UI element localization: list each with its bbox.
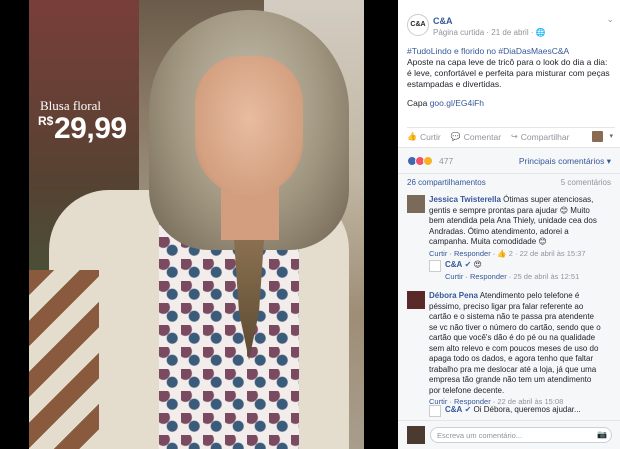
verified-icon: ✔	[464, 405, 472, 414]
shares-bar: 26 compartilhamentos 5 comentários	[398, 173, 620, 191]
post-actions: 👍 Curtir 💬 Comentar ↪ Compartilhar ▾	[407, 127, 615, 145]
shares-count[interactable]: 26 compartilhamentos	[407, 178, 486, 187]
share-button[interactable]: ↪ Compartilhar	[511, 132, 569, 142]
post-link-prefix: Capa	[407, 98, 430, 108]
page-avatar[interactable]: C&A	[407, 14, 429, 36]
post-hashtags[interactable]: #TudoLindo e florido no #DiaDasMaesC&A	[407, 46, 569, 56]
chevron-down-icon[interactable]: ⌄	[606, 14, 614, 25]
reactions-bar: 477 Principais comentários ▾	[398, 147, 620, 173]
photo-face	[195, 56, 303, 196]
like-button[interactable]: 👍 Curtir	[407, 132, 441, 142]
post-meta-text: Página curtida · 21 de abril ·	[433, 28, 536, 37]
comments-count[interactable]: 5 comentários	[561, 178, 611, 187]
commenter-avatar[interactable]	[407, 291, 425, 309]
verified-icon: ✔	[464, 260, 472, 269]
comment-input[interactable]: Escreva um comentário... 📷	[430, 427, 612, 443]
comment-text: Atendimento pelo telefone é péssimo, pre…	[429, 291, 601, 395]
photo-price: 29,99	[54, 112, 127, 145]
page-name[interactable]: C&A	[433, 16, 453, 26]
photo-blouse	[159, 215, 299, 449]
thumbs-up-icon: 👍	[407, 132, 417, 141]
comment-input-placeholder: Escreva um comentário...	[437, 431, 523, 440]
comment-author[interactable]: Débora Pena	[429, 291, 478, 300]
post-link[interactable]: goo.gl/EG4iFh	[430, 98, 484, 108]
comment-actions[interactable]: Curtir · Responder ·	[429, 249, 497, 258]
comment-author[interactable]: Jessica Twisterella	[429, 195, 501, 204]
photo-cardigan-stripe	[29, 270, 99, 449]
post-body: Aposte na capa leve de tricô para o look…	[407, 57, 610, 89]
reply-avatar[interactable]	[429, 260, 441, 272]
wow-reaction-icon	[423, 156, 433, 166]
photo-price-currency: R$	[38, 114, 54, 128]
comments-list: Jessica Twisterella Ótimas super atencio…	[398, 191, 620, 421]
reactions-count[interactable]: 477	[439, 156, 453, 166]
post-header: C&A C&A Página curtida · 21 de abril · 🌐…	[398, 0, 620, 40]
globe-icon: 🌐	[535, 28, 546, 37]
camera-icon[interactable]: 📷	[597, 430, 607, 439]
post-text: #TudoLindo e florido no #DiaDasMaesC&A A…	[398, 40, 620, 109]
reply-author[interactable]: C&A	[445, 405, 462, 414]
comment-icon: 💬	[450, 132, 461, 141]
comment-meta: 👍 2 · 22 de abril às 15:37	[497, 248, 586, 258]
share-label: Compartilhar	[520, 131, 570, 142]
reply-actions[interactable]: Curtir · Responder ·	[445, 272, 513, 281]
comment-composer: Escreva um comentário... 📷	[398, 420, 620, 449]
share-icon: ↪	[511, 132, 518, 141]
comment-label: Comentar	[463, 131, 502, 142]
comment-button[interactable]: 💬 Comentar	[451, 132, 501, 142]
post-meta: Página curtida · 21 de abril · 🌐	[433, 28, 546, 37]
reply-text: 😍	[473, 260, 482, 269]
caret-down-icon[interactable]: ▾	[609, 132, 613, 140]
post-side-panel: C&A C&A Página curtida · 21 de abril · 🌐…	[398, 0, 620, 449]
viewer-avatar	[407, 426, 425, 444]
post-photo[interactable]	[29, 0, 364, 449]
viewer-avatar[interactable]	[592, 131, 603, 142]
commenter-avatar[interactable]	[407, 195, 425, 213]
reaction-icons[interactable]	[407, 156, 433, 166]
comment-sort-dropdown[interactable]: Principais comentários ▾	[519, 156, 611, 167]
reply-author[interactable]: C&A	[445, 260, 462, 269]
reply-avatar[interactable]	[429, 405, 441, 417]
like-label: Curtir	[419, 131, 441, 142]
reply-meta: 25 de abril às 12:51	[513, 271, 580, 281]
reply-text: Oi Débora, queremos ajudar...	[473, 405, 581, 414]
